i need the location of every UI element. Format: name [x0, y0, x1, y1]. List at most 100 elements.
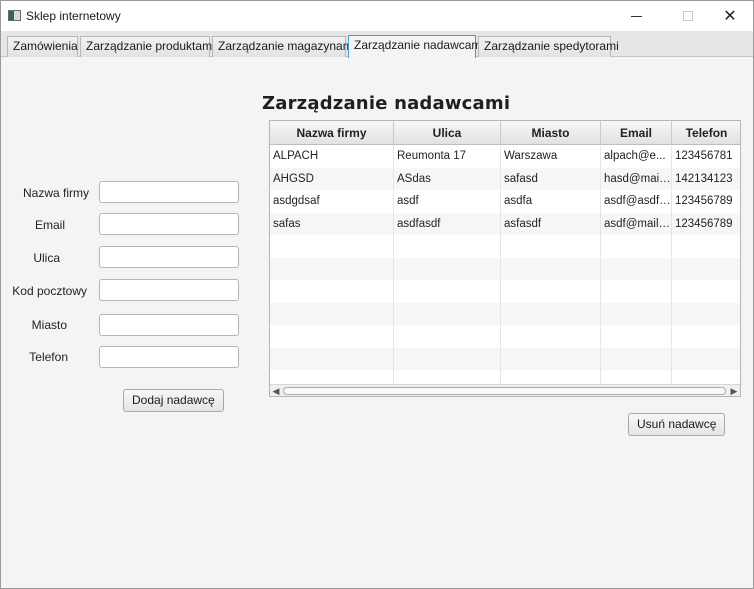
- table-cell: [394, 280, 501, 303]
- column-header-city[interactable]: Miasto: [501, 121, 601, 145]
- page-title: Zarządzanie nadawcami: [262, 93, 511, 114]
- table-cell: [601, 347, 672, 370]
- company-name-input[interactable]: [99, 181, 239, 203]
- postal-code-label: Kod pocztowy: [12, 284, 87, 298]
- table-body: ALPACH Reumonta 17 Warszawa alpach@e... 1234…: [270, 145, 740, 393]
- table-cell: [394, 325, 501, 348]
- column-header-company-name[interactable]: Nazwa firmy: [270, 121, 394, 145]
- maximize-icon: [683, 11, 693, 21]
- table-cell: [672, 303, 740, 326]
- table-cell: [672, 325, 740, 348]
- table-cell: [270, 347, 394, 370]
- table-cell: [601, 325, 672, 348]
- app-icon: [8, 10, 21, 21]
- table-cell: [672, 235, 740, 258]
- column-header-phone[interactable]: Telefon: [672, 121, 740, 145]
- table-row[interactable]: [270, 280, 740, 303]
- column-header-email[interactable]: Email: [601, 121, 672, 145]
- table-cell: ASdas: [394, 167, 501, 190]
- table-cell: ALPACH: [270, 145, 394, 168]
- table-cell: Warszawa: [501, 145, 601, 168]
- table-cell: [394, 347, 501, 370]
- table-cell: alpach@e...: [601, 145, 672, 168]
- tab-zarzadzanie-magazynami[interactable]: Zarządzanie magazynami: [212, 36, 355, 57]
- title-bar[interactable]: Sklep internetowy ✕: [1, 1, 753, 31]
- table-cell: [501, 325, 601, 348]
- table-cell: [270, 302, 394, 325]
- email-label: Email: [34, 218, 65, 232]
- table-cell: [270, 257, 394, 280]
- table-cell: [501, 302, 601, 325]
- maximize-button[interactable]: [665, 1, 711, 31]
- table-cell: 142134123: [672, 168, 740, 191]
- company-name-label: Nazwa firmy: [22, 186, 89, 200]
- app-window: Sklep internetowy ✕ Zamówienia Zarządzan…: [0, 0, 754, 589]
- table-cell: [270, 325, 394, 348]
- table-row[interactable]: [270, 325, 740, 348]
- tab-content: Zarządzanie nadawcami Nazwa firmy Email …: [1, 58, 753, 588]
- scroll-right-icon[interactable]: ▶: [728, 385, 740, 396]
- table-row[interactable]: ALPACH Reumonta 17 Warszawa alpach@e... 1234…: [270, 145, 740, 168]
- close-button[interactable]: ✕: [707, 1, 753, 31]
- table-cell: asdf: [394, 190, 501, 213]
- table-cell: asdfasdf: [394, 212, 501, 235]
- email-input[interactable]: [99, 213, 239, 235]
- postal-code-input[interactable]: [99, 279, 239, 301]
- table-cell: 123456789: [672, 213, 740, 236]
- table-cell: [270, 235, 394, 258]
- phone-label: Telefon: [29, 350, 68, 364]
- tab-zarzadzanie-produktami[interactable]: Zarządzanie produktami: [80, 36, 215, 57]
- table-cell: [672, 280, 740, 303]
- table-cell: [501, 235, 601, 258]
- table-cell: safas: [270, 212, 394, 235]
- table-cell: asdf@asdf....: [601, 190, 672, 213]
- horizontal-scrollbar[interactable]: ◀ ▶: [270, 384, 740, 396]
- table-row[interactable]: [270, 347, 740, 371]
- table-cell: 123456789: [672, 190, 740, 213]
- scrollbar-thumb[interactable]: [283, 387, 726, 395]
- table-row[interactable]: [270, 257, 740, 280]
- table-cell: [672, 348, 740, 371]
- table-cell: [394, 257, 501, 280]
- city-label: Miasto: [31, 318, 67, 332]
- table-row[interactable]: [270, 235, 740, 258]
- table-cell: Reumonta 17: [394, 145, 501, 168]
- table-cell: 123456781: [672, 145, 740, 168]
- table-row[interactable]: safas asdfasdf asfasdf asdf@mail.... 1234567…: [270, 212, 740, 236]
- column-header-street[interactable]: Ulica: [394, 121, 501, 145]
- table-row[interactable]: asdgdsaf asdf asdfa asdf@asdf.... 123456789: [270, 190, 740, 213]
- table-cell: [394, 235, 501, 258]
- tab-bar: Zamówienia Zarządzanie produktami Zarząd…: [1, 31, 753, 58]
- table-cell: safasd: [501, 167, 601, 190]
- table-cell: asdfa: [501, 190, 601, 213]
- add-sender-button[interactable]: Dodaj nadawcę: [123, 389, 224, 412]
- table-cell: [501, 347, 601, 370]
- table-cell: [501, 280, 601, 303]
- street-label: Ulica: [33, 251, 60, 265]
- table-cell: [601, 257, 672, 280]
- table-cell: [501, 257, 601, 280]
- tab-zarzadzanie-spedytorami[interactable]: Zarządzanie spedytorami: [478, 36, 619, 57]
- tab-zarzadzanie-nadawcami[interactable]: Zarządzanie nadawcami: [348, 35, 484, 58]
- street-input[interactable]: [99, 246, 239, 268]
- table-cell: asdf@mail....: [601, 212, 672, 235]
- table-cell: asfasdf: [501, 212, 601, 235]
- table-row[interactable]: AHGSD ASdas safasd hasd@mail... 142134123: [270, 167, 740, 191]
- table-header: Nazwa firmy Ulica Miasto Email Telefon: [270, 121, 740, 145]
- table-cell: [601, 280, 672, 303]
- senders-table[interactable]: Nazwa firmy Ulica Miasto Email Telefon A…: [269, 120, 741, 397]
- city-input[interactable]: [99, 314, 239, 336]
- table-cell: AHGSD: [270, 167, 394, 190]
- phone-input[interactable]: [99, 346, 239, 368]
- table-cell: [270, 280, 394, 303]
- table-cell: asdgdsaf: [270, 190, 394, 213]
- table-cell: hasd@mail...: [601, 167, 672, 190]
- delete-sender-button[interactable]: Usuń nadawcę: [628, 413, 726, 436]
- tab-zamowienia[interactable]: Zamówienia: [7, 36, 78, 57]
- minimize-button[interactable]: [613, 1, 659, 31]
- table-row[interactable]: [270, 302, 740, 326]
- scroll-left-icon[interactable]: ◀: [270, 385, 282, 396]
- table-cell: [601, 235, 672, 258]
- minimize-icon: [630, 15, 642, 17]
- window-title: Sklep internetowy: [26, 9, 121, 23]
